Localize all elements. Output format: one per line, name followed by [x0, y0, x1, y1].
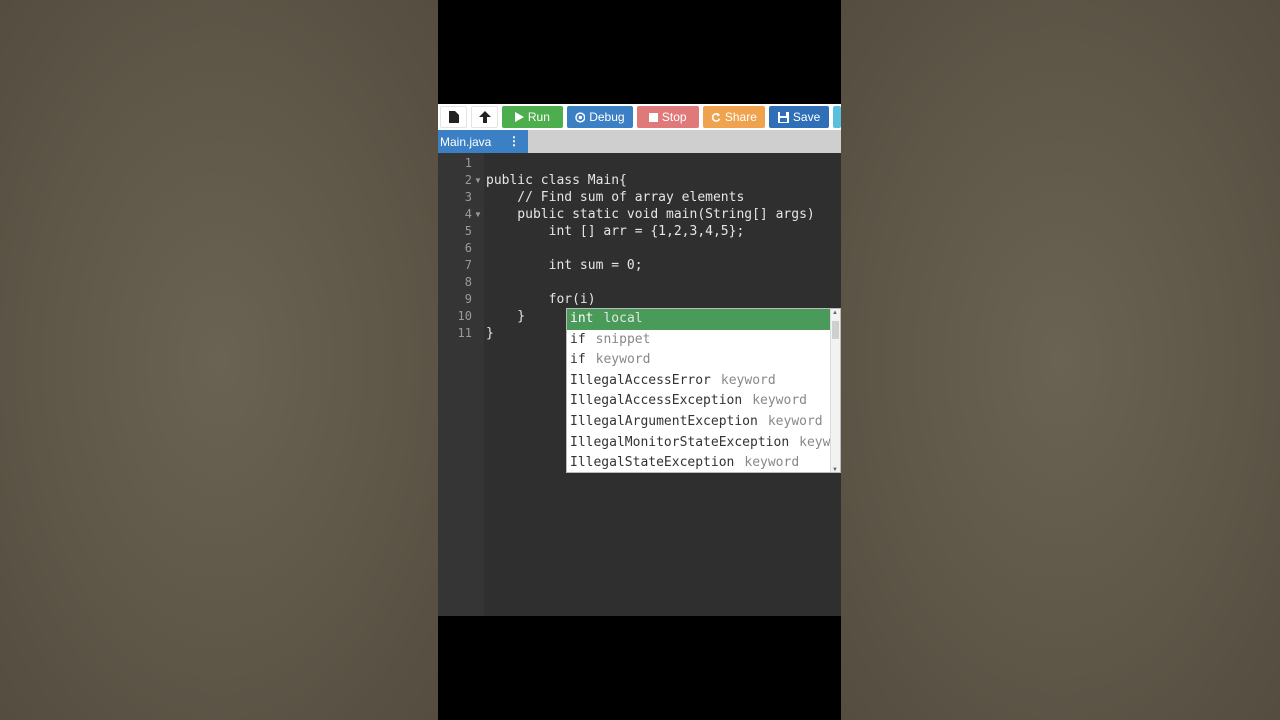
run-label: Run [527, 110, 550, 124]
autocomplete-item[interactable]: if snippet [567, 330, 831, 351]
fold-arrow-icon[interactable]: ▼ [474, 206, 482, 223]
line-number: 3 [464, 190, 472, 204]
share-label: Share [724, 110, 757, 124]
line-number: 2 [464, 173, 472, 187]
autocomplete-label: int [570, 311, 594, 326]
upload-button[interactable] [471, 106, 499, 128]
autocomplete-meta: local [603, 311, 643, 326]
autocomplete-item[interactable]: int local [567, 309, 831, 330]
autocomplete-meta: keyword [752, 393, 807, 409]
code-editor[interactable]: 1 2 ▼ 3 4 ▼ 5 6 7 8 9 10 11 public class… [438, 153, 841, 616]
file-icon [448, 111, 459, 123]
tab-bar: Main.java ⋮ [438, 130, 841, 153]
line-number: 10 [457, 309, 472, 323]
debug-button[interactable]: Debug [566, 106, 633, 128]
phone-frame: Run Debug Stop Share Save Main.java ⋮ 1 … [438, 0, 841, 720]
autocomplete-label: IllegalStateException [570, 455, 735, 471]
line-number: 9 [464, 292, 472, 306]
stop-label: Stop [661, 110, 687, 124]
blurred-background-left [0, 0, 438, 720]
autocomplete-meta: keyword [799, 434, 831, 450]
autocomplete-meta: keyword [595, 352, 651, 368]
code-line-2: public class Main{ [486, 173, 627, 188]
code-line-5: int [] arr = {1,2,3,4,5}; [486, 224, 745, 239]
run-button[interactable]: Run [502, 106, 563, 128]
play-icon [514, 112, 524, 122]
scroll-thumb[interactable] [832, 321, 839, 339]
more-button[interactable] [833, 106, 841, 128]
new-file-button[interactable] [440, 106, 468, 128]
autocomplete-label: IllegalAccessException [570, 393, 743, 409]
autocomplete-item[interactable]: IllegalAccessError keyword [567, 371, 831, 392]
code-line-7: int sum = 0; [486, 258, 643, 273]
tab-main-java[interactable]: Main.java ⋮ [438, 130, 528, 153]
autocomplete-popup: int local if snippet if keyword IllegalAcce… [566, 308, 841, 473]
autocomplete-item[interactable]: IllegalAccessException keyword [567, 391, 831, 412]
code-line-10: } [486, 309, 526, 324]
code-line-3: // Find sum of array elements [486, 190, 745, 205]
line-number-gutter: 1 2 ▼ 3 4 ▼ 5 6 7 8 9 10 11 [438, 153, 484, 616]
floppy-icon [777, 111, 789, 123]
autocomplete-item[interactable]: if keyword [567, 350, 831, 371]
blurred-background-right [841, 0, 1280, 720]
line-number: 8 [464, 275, 472, 289]
stop-icon [648, 112, 658, 122]
autocomplete-meta: snippet [595, 331, 651, 347]
scroll-up-icon[interactable]: ▲ [832, 310, 838, 316]
save-label: Save [792, 110, 821, 124]
code-line-11: } [486, 326, 494, 341]
autocomplete-label: IllegalMonitorStateException [570, 434, 790, 450]
autocomplete-label: if [570, 352, 586, 368]
debug-label: Debug [589, 110, 625, 124]
autocomplete-item[interactable]: IllegalArgumentException keyword [567, 412, 831, 433]
autocomplete-item[interactable]: IllegalStateException keyword [567, 453, 831, 472]
autocomplete-meta: keyword [744, 455, 800, 471]
autocomplete-item[interactable]: IllegalMonitorStateException keyword [567, 433, 831, 454]
autocomplete-scrollbar[interactable]: ▲ ▼ [830, 309, 840, 472]
line-number: 5 [464, 224, 472, 238]
ide-screen: Run Debug Stop Share Save Main.java ⋮ 1 … [438, 104, 841, 616]
upload-icon [478, 111, 491, 123]
line-number: 6 [464, 241, 472, 255]
fold-arrow-icon[interactable]: ▼ [474, 172, 482, 189]
code-line-4: public static void main(String[] args) [486, 207, 815, 222]
line-number: 4 [464, 207, 472, 221]
refresh-icon [711, 112, 721, 122]
autocomplete-meta: keyword [767, 414, 823, 429]
tab-filename: Main.java [440, 134, 492, 149]
save-button[interactable]: Save [768, 106, 830, 128]
share-button[interactable]: Share [702, 106, 765, 128]
line-number: 11 [457, 326, 472, 340]
debug-icon [574, 111, 585, 123]
autocomplete-label: if [570, 331, 586, 347]
autocomplete-meta: keyword [720, 372, 776, 388]
scroll-down-icon[interactable]: ▼ [832, 467, 838, 472]
line-number: 7 [464, 258, 472, 272]
autocomplete-label: IllegalAccessError [570, 372, 711, 388]
line-number: 1 [464, 156, 472, 170]
autocomplete-label: IllegalArgumentException [570, 414, 758, 429]
tab-menu-icon[interactable]: ⋮ [508, 134, 520, 148]
toolbar: Run Debug Stop Share Save [438, 104, 841, 130]
code-line-9: for(i) [486, 292, 596, 307]
stop-button[interactable]: Stop [636, 106, 699, 128]
